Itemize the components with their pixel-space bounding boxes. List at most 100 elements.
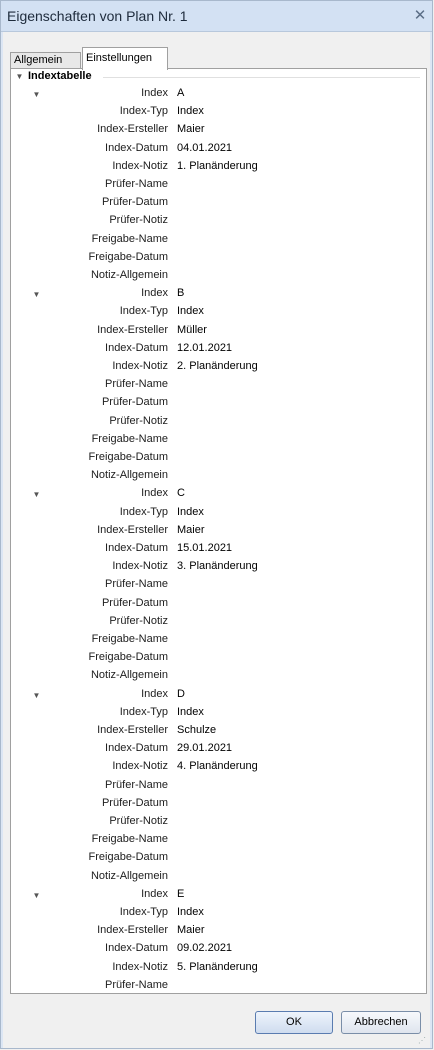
close-icon[interactable]: ✕ (410, 6, 430, 26)
property-row[interactable]: Index-Typ Index (11, 304, 426, 322)
property-row[interactable]: Prüfer-Notiz (11, 614, 426, 632)
property-row[interactable]: Prüfer-Datum (11, 796, 426, 814)
property-label: Index-Ersteller (97, 924, 168, 937)
property-value[interactable]: Index (177, 105, 204, 117)
property-row[interactable]: Notiz-Allgemein (11, 869, 426, 887)
property-row[interactable]: Index-Typ Index (11, 505, 426, 523)
property-row[interactable]: Prüfer-Name (11, 978, 426, 993)
tab-allgemein[interactable]: Allgemein (10, 52, 81, 69)
property-row[interactable]: Notiz-Allgemein (11, 668, 426, 686)
property-value[interactable]: C (177, 487, 185, 499)
expand-arrow-icon[interactable]: ▼ (32, 290, 41, 299)
property-value[interactable]: Index (177, 305, 204, 317)
property-row[interactable]: Index-Notiz 3. Planänderung (11, 559, 426, 577)
property-value[interactable]: Index (177, 906, 204, 918)
property-value[interactable]: 2. Planänderung (177, 360, 258, 372)
property-row[interactable]: Prüfer-Datum (11, 596, 426, 614)
property-row[interactable]: Freigabe-Datum (11, 450, 426, 468)
property-value[interactable]: Schulze (177, 724, 216, 736)
property-row[interactable]: Freigabe-Datum (11, 650, 426, 668)
property-row[interactable]: Prüfer-Notiz (11, 414, 426, 432)
resize-grip-icon[interactable]: ⋰ (418, 1036, 428, 1046)
property-value[interactable]: Maier (177, 123, 205, 135)
property-value[interactable]: A (177, 87, 184, 99)
property-row[interactable]: Index-Datum 09.02.2021 (11, 941, 426, 959)
property-value[interactable]: 12.01.2021 (177, 342, 232, 354)
group-header-indextabelle[interactable]: ▼ Indextabelle (11, 69, 426, 85)
property-row[interactable]: ▼ Index C (11, 486, 426, 504)
property-value[interactable]: Index (177, 706, 204, 718)
property-row[interactable]: Index-Ersteller Maier (11, 122, 426, 140)
property-value[interactable]: Müller (177, 324, 207, 336)
property-row[interactable]: Prüfer-Notiz (11, 814, 426, 832)
property-value[interactable]: Maier (177, 924, 205, 936)
property-row[interactable]: ▼ Index E (11, 887, 426, 905)
property-value[interactable]: 4. Planänderung (177, 760, 258, 772)
expand-arrow-icon[interactable]: ▼ (32, 891, 41, 900)
property-row[interactable]: Index-Typ Index (11, 905, 426, 923)
property-value[interactable]: 15.01.2021 (177, 542, 232, 554)
property-value[interactable]: E (177, 888, 184, 900)
property-row[interactable]: Index-Ersteller Schulze (11, 723, 426, 741)
properties-dialog: Eigenschaften von Plan Nr. 1 ✕ Allgemein… (0, 0, 433, 1049)
property-label: Index-Typ (119, 705, 168, 718)
property-value[interactable]: 29.01.2021 (177, 742, 232, 754)
cancel-button[interactable]: Abbrechen (341, 1011, 421, 1034)
property-row[interactable]: Prüfer-Name (11, 177, 426, 195)
property-label: Index-Notiz (112, 960, 168, 973)
property-value[interactable]: D (177, 688, 185, 700)
ok-button[interactable]: OK (255, 1011, 333, 1034)
property-row[interactable]: Index-Notiz 2. Planänderung (11, 359, 426, 377)
property-label: Index-Datum (105, 742, 168, 755)
property-label: Freigabe-Datum (88, 451, 168, 463)
property-row[interactable]: Index-Datum 15.01.2021 (11, 541, 426, 559)
property-row[interactable]: Index-Ersteller Maier (11, 923, 426, 941)
expand-arrow-icon[interactable]: ▼ (32, 90, 41, 99)
property-row[interactable]: Prüfer-Notiz (11, 213, 426, 231)
property-row[interactable]: Prüfer-Name (11, 377, 426, 395)
property-label: Index-Typ (119, 906, 168, 918)
property-row[interactable]: Prüfer-Datum (11, 395, 426, 413)
property-value[interactable]: Index (177, 506, 204, 518)
property-value[interactable]: 5. Planänderung (177, 961, 258, 973)
expand-arrow-icon[interactable]: ▼ (32, 490, 41, 499)
property-value[interactable]: 09.02.2021 (177, 942, 232, 954)
property-value[interactable]: Maier (177, 524, 205, 536)
dialog-body: Allgemein Einstellungen ▼ Indextabelle ▼… (3, 32, 430, 1048)
collapse-arrow-icon[interactable]: ▼ (15, 72, 24, 81)
property-row[interactable]: ▼ Index A (11, 86, 426, 104)
title-bar[interactable]: Eigenschaften von Plan Nr. 1 ✕ (1, 1, 432, 32)
property-row[interactable]: Notiz-Allgemein (11, 268, 426, 286)
property-value[interactable]: 04.01.2021 (177, 142, 232, 154)
property-row[interactable]: Index-Typ Index (11, 104, 426, 122)
property-row[interactable]: Index-Datum 12.01.2021 (11, 341, 426, 359)
property-row[interactable]: Index-Typ Index (11, 705, 426, 723)
property-row[interactable]: Prüfer-Name (11, 577, 426, 595)
property-row[interactable]: Freigabe-Datum (11, 250, 426, 268)
property-row[interactable]: Prüfer-Datum (11, 195, 426, 213)
tab-einstellungen[interactable]: Einstellungen (82, 47, 168, 70)
property-row[interactable]: Index-Ersteller Maier (11, 523, 426, 541)
property-row[interactable]: Freigabe-Name (11, 632, 426, 650)
property-value[interactable]: 3. Planänderung (177, 560, 258, 572)
group-label: Indextabelle (28, 70, 92, 82)
property-row[interactable]: Freigabe-Name (11, 432, 426, 450)
expand-arrow-icon[interactable]: ▼ (32, 691, 41, 700)
property-label: Freigabe-Name (91, 432, 168, 445)
property-row[interactable]: Index-Ersteller Müller (11, 323, 426, 341)
property-row[interactable]: Freigabe-Name (11, 232, 426, 250)
property-value[interactable]: 1. Planänderung (177, 160, 258, 172)
property-row[interactable]: Index-Datum 04.01.2021 (11, 141, 426, 159)
property-row[interactable]: Freigabe-Datum (11, 850, 426, 868)
property-row[interactable]: Index-Notiz 4. Planänderung (11, 759, 426, 777)
property-label: Prüfer-Notiz (109, 614, 168, 627)
property-row[interactable]: ▼ Index B (11, 286, 426, 304)
property-row[interactable]: Index-Notiz 1. Planänderung (11, 159, 426, 177)
property-row[interactable]: Prüfer-Name (11, 778, 426, 796)
property-row[interactable]: ▼ Index D (11, 687, 426, 705)
property-row[interactable]: Index-Datum 29.01.2021 (11, 741, 426, 759)
property-value[interactable]: B (177, 287, 184, 299)
property-row[interactable]: Notiz-Allgemein (11, 468, 426, 486)
property-row[interactable]: Index-Notiz 5. Planänderung (11, 960, 426, 978)
property-row[interactable]: Freigabe-Name (11, 832, 426, 850)
